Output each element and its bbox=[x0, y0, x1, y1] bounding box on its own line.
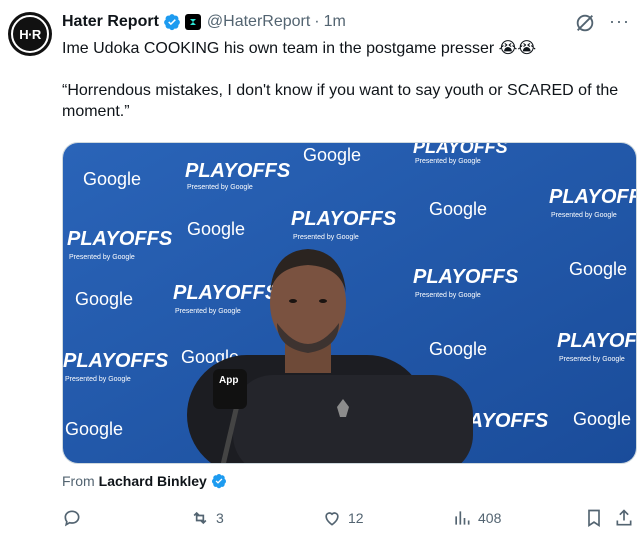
like-count: 12 bbox=[348, 510, 364, 526]
author-name[interactable]: Hater Report bbox=[62, 13, 159, 31]
reply-icon bbox=[64, 510, 80, 527]
retweet-button[interactable]: 3 bbox=[190, 505, 224, 531]
playoffs-logo: PLAYOFFS bbox=[185, 160, 291, 182]
presented-by: Presented by Google bbox=[293, 234, 359, 241]
playoffs-logo: PLAYOFFS bbox=[413, 143, 508, 157]
tweet-text: Ime Udoka COOKING his own team in the po… bbox=[62, 38, 632, 122]
google-logo: Google bbox=[573, 409, 631, 429]
presented-by: Presented by Google bbox=[415, 158, 481, 165]
reply-button[interactable] bbox=[62, 505, 88, 531]
share-button[interactable] bbox=[614, 505, 634, 531]
verified-badge-icon[interactable] bbox=[163, 13, 181, 31]
author-handle[interactable]: @HaterReport bbox=[207, 13, 310, 31]
google-logo: Google bbox=[83, 169, 141, 189]
google-logo: Google bbox=[75, 289, 133, 309]
presented-by: Presented by Google bbox=[551, 212, 617, 219]
avatar-ring bbox=[11, 15, 49, 53]
action-bar: 3 12 408 bbox=[62, 505, 637, 531]
bookmark-button[interactable] bbox=[584, 505, 604, 531]
presented-by: Presented by Google bbox=[175, 308, 241, 315]
tweet-text-quote: “Horrendous mistakes, I don't know if yo… bbox=[62, 82, 619, 120]
affiliate-badge-icon[interactable] bbox=[184, 14, 201, 30]
heart-icon bbox=[325, 512, 339, 526]
share-icon bbox=[616, 509, 632, 526]
bookmark-icon bbox=[588, 509, 600, 528]
separator-dot: · bbox=[314, 13, 320, 30]
google-logo: Google bbox=[569, 259, 627, 279]
playoffs-logo: PLAYOFFS bbox=[549, 186, 637, 208]
presented-by: Presented by Google bbox=[69, 254, 135, 261]
timestamp[interactable]: 1m bbox=[324, 13, 346, 31]
tweet-text-line1: Ime Udoka COOKING his own team in the po… bbox=[62, 40, 537, 57]
presented-by: Presented by Google bbox=[559, 356, 625, 363]
playoffs-logo: PLAYOFFS bbox=[413, 266, 519, 288]
attribution-prefix: From bbox=[62, 473, 95, 489]
playoffs-logo: PLAYOFFS bbox=[173, 282, 279, 304]
google-logo: Google bbox=[429, 199, 487, 219]
like-button[interactable]: 12 bbox=[322, 505, 364, 531]
views-button[interactable]: 408 bbox=[452, 505, 501, 531]
verified-badge-icon bbox=[211, 474, 226, 489]
playoffs-logo: PLAYOFFS bbox=[291, 208, 397, 230]
presented-by: Presented by Google bbox=[187, 184, 253, 191]
media-photo: Google PLAYOFFS Presented by Google Goog… bbox=[63, 143, 637, 463]
author-avatar[interactable]: H·R bbox=[8, 12, 52, 56]
views-chart-icon bbox=[455, 511, 470, 525]
google-logo: Google bbox=[187, 219, 245, 239]
playoffs-logo: PLAYOFFS bbox=[67, 228, 173, 250]
playoffs-logo: PLAYOFFS bbox=[63, 350, 169, 372]
presented-by: Presented by Google bbox=[65, 376, 131, 383]
more-options-icon[interactable]: ··· bbox=[609, 11, 630, 32]
grok-icon[interactable] bbox=[574, 12, 596, 34]
attribution-source[interactable]: Lachard Binkley bbox=[99, 473, 207, 489]
tweet-media[interactable]: Google PLAYOFFS Presented by Google Goog… bbox=[62, 142, 637, 464]
tweet-header: Hater Report @HaterReport · 1m bbox=[62, 11, 346, 33]
mic-flag-label: App bbox=[219, 375, 238, 386]
retweet-count: 3 bbox=[216, 510, 224, 526]
retweet-icon bbox=[193, 511, 207, 525]
presented-by: Presented by Google bbox=[415, 292, 481, 299]
views-count: 408 bbox=[478, 510, 502, 526]
playoffs-logo: PLAYOFFS bbox=[557, 330, 637, 352]
attribution: From Lachard Binkley bbox=[62, 473, 227, 489]
google-logo: Google bbox=[429, 339, 487, 359]
google-logo: Google bbox=[303, 145, 361, 165]
google-logo: Google bbox=[65, 419, 123, 439]
